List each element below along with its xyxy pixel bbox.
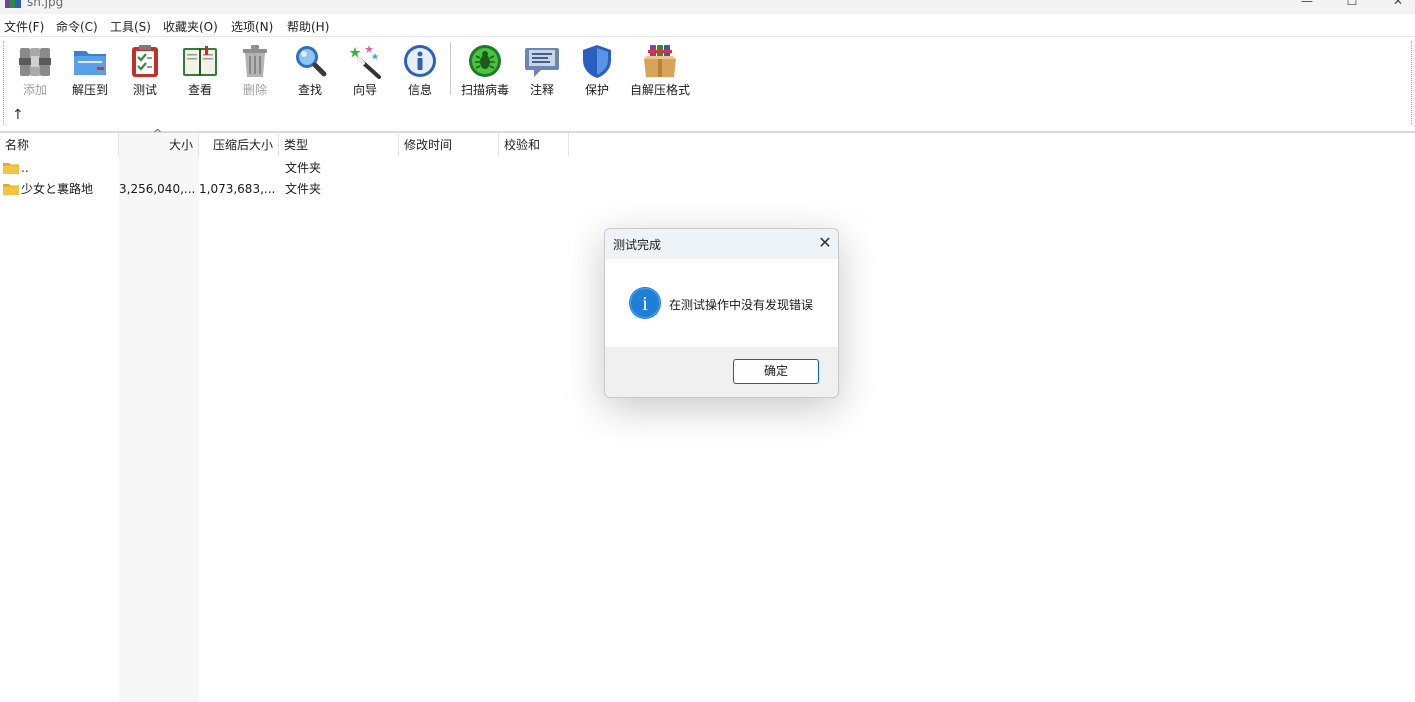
magnifier-icon bbox=[296, 46, 327, 77]
column-header-name[interactable]: 名称 bbox=[0, 133, 119, 157]
column-header-checksum[interactable]: 校验和 bbox=[499, 133, 569, 157]
test-complete-dialog: 测试完成 ✕ i 在测试操作中没有发现错误 确定 bbox=[604, 228, 839, 398]
close-window-button[interactable]: ✕ bbox=[1388, 0, 1408, 8]
window-title: sh.jpg bbox=[27, 0, 64, 9]
protect-button[interactable]: 保护 bbox=[569, 41, 625, 99]
sfx-button[interactable]: 自解压格式 bbox=[630, 41, 690, 99]
dialog-body: i 在测试操作中没有发现错误 bbox=[605, 259, 838, 347]
trash-icon bbox=[243, 45, 267, 77]
book-view-icon bbox=[183, 46, 217, 76]
menu-favorites[interactable]: 收藏夹(O) bbox=[163, 18, 218, 35]
comment-icon bbox=[525, 48, 559, 77]
item-packed bbox=[199, 158, 275, 179]
item-name: .. bbox=[21, 161, 29, 175]
maximize-button[interactable]: ☐ bbox=[1342, 0, 1362, 8]
folder-icon bbox=[3, 184, 19, 195]
toolbar-grip-right[interactable] bbox=[1411, 41, 1413, 125]
menu-bar: 文件(F) 命令(C) 工具(S) 收藏夹(O) 选项(N) 帮助(H) bbox=[0, 15, 1415, 35]
column-header-type[interactable]: 类型 bbox=[279, 133, 399, 157]
title-bar: sh.jpg — ☐ ✕ bbox=[0, 0, 1415, 14]
virus-scan-button[interactable]: 扫描病毒 bbox=[457, 41, 513, 99]
menu-options[interactable]: 选项(N) bbox=[231, 18, 273, 35]
menu-file[interactable]: 文件(F) bbox=[4, 18, 44, 35]
toolbar: 添加 解压到 测试 查看 删除 查找 向导 信息 扫描病毒 注释 保护 自解压格… bbox=[0, 36, 1415, 131]
column-header-packed[interactable]: 压缩后大小 bbox=[199, 133, 279, 157]
item-name: 少女と裏路地 bbox=[21, 182, 94, 196]
dialog-title-bar: 测试完成 ✕ bbox=[605, 229, 838, 259]
item-size bbox=[119, 158, 195, 179]
up-level-button[interactable]: ↑ bbox=[12, 107, 24, 123]
item-type: 文件夹 bbox=[285, 161, 322, 175]
info-button[interactable]: 信息 bbox=[392, 41, 448, 99]
list-header: 名称 大小 压缩后大小 类型 修改时间 校验和 bbox=[0, 133, 1415, 157]
menu-tools[interactable]: 工具(S) bbox=[110, 18, 151, 35]
clipboard-check-icon bbox=[132, 45, 158, 77]
wizard-wand-icon bbox=[349, 45, 381, 79]
menu-help[interactable]: 帮助(H) bbox=[287, 18, 329, 35]
sorted-column-highlight bbox=[119, 133, 199, 702]
sfx-box-icon bbox=[644, 45, 676, 77]
column-header-size[interactable]: 大小 bbox=[119, 133, 199, 157]
menu-commands[interactable]: 命令(C) bbox=[56, 18, 98, 35]
ok-button[interactable]: 确定 bbox=[733, 359, 819, 384]
dialog-close-icon[interactable]: ✕ bbox=[815, 233, 835, 253]
list-item-parent[interactable]: .. 文件夹 bbox=[0, 158, 1415, 179]
item-packed: 1,073,683,... bbox=[199, 182, 276, 196]
info-button-label: 信息 bbox=[407, 83, 432, 97]
minimize-button[interactable]: — bbox=[1297, 0, 1317, 8]
sfx-button-label: 自解压格式 bbox=[629, 83, 690, 97]
list-item-folder[interactable]: 少女と裏路地 3,256,040,... 1,073,683,... 文件夹 bbox=[0, 179, 1415, 200]
folder-extract-icon bbox=[74, 51, 106, 75]
dialog-message: 在测试操作中没有发现错误 bbox=[669, 298, 814, 312]
folder-icon bbox=[3, 163, 19, 174]
shield-icon bbox=[583, 45, 611, 78]
info-glyph: i bbox=[642, 293, 648, 315]
item-size: 3,256,040,... bbox=[119, 182, 196, 196]
dialog-title: 测试完成 bbox=[613, 238, 662, 252]
protect-button-label: 保护 bbox=[584, 83, 609, 97]
column-header-modified[interactable]: 修改时间 bbox=[399, 133, 499, 157]
info-icon: i bbox=[629, 287, 661, 319]
item-type: 文件夹 bbox=[285, 182, 322, 196]
virus-scan-icon bbox=[469, 45, 501, 77]
winrar-app-icon bbox=[5, 0, 21, 8]
dialog-footer: 确定 bbox=[605, 347, 838, 397]
info-icon bbox=[404, 45, 436, 77]
archive-add-icon bbox=[19, 48, 51, 76]
